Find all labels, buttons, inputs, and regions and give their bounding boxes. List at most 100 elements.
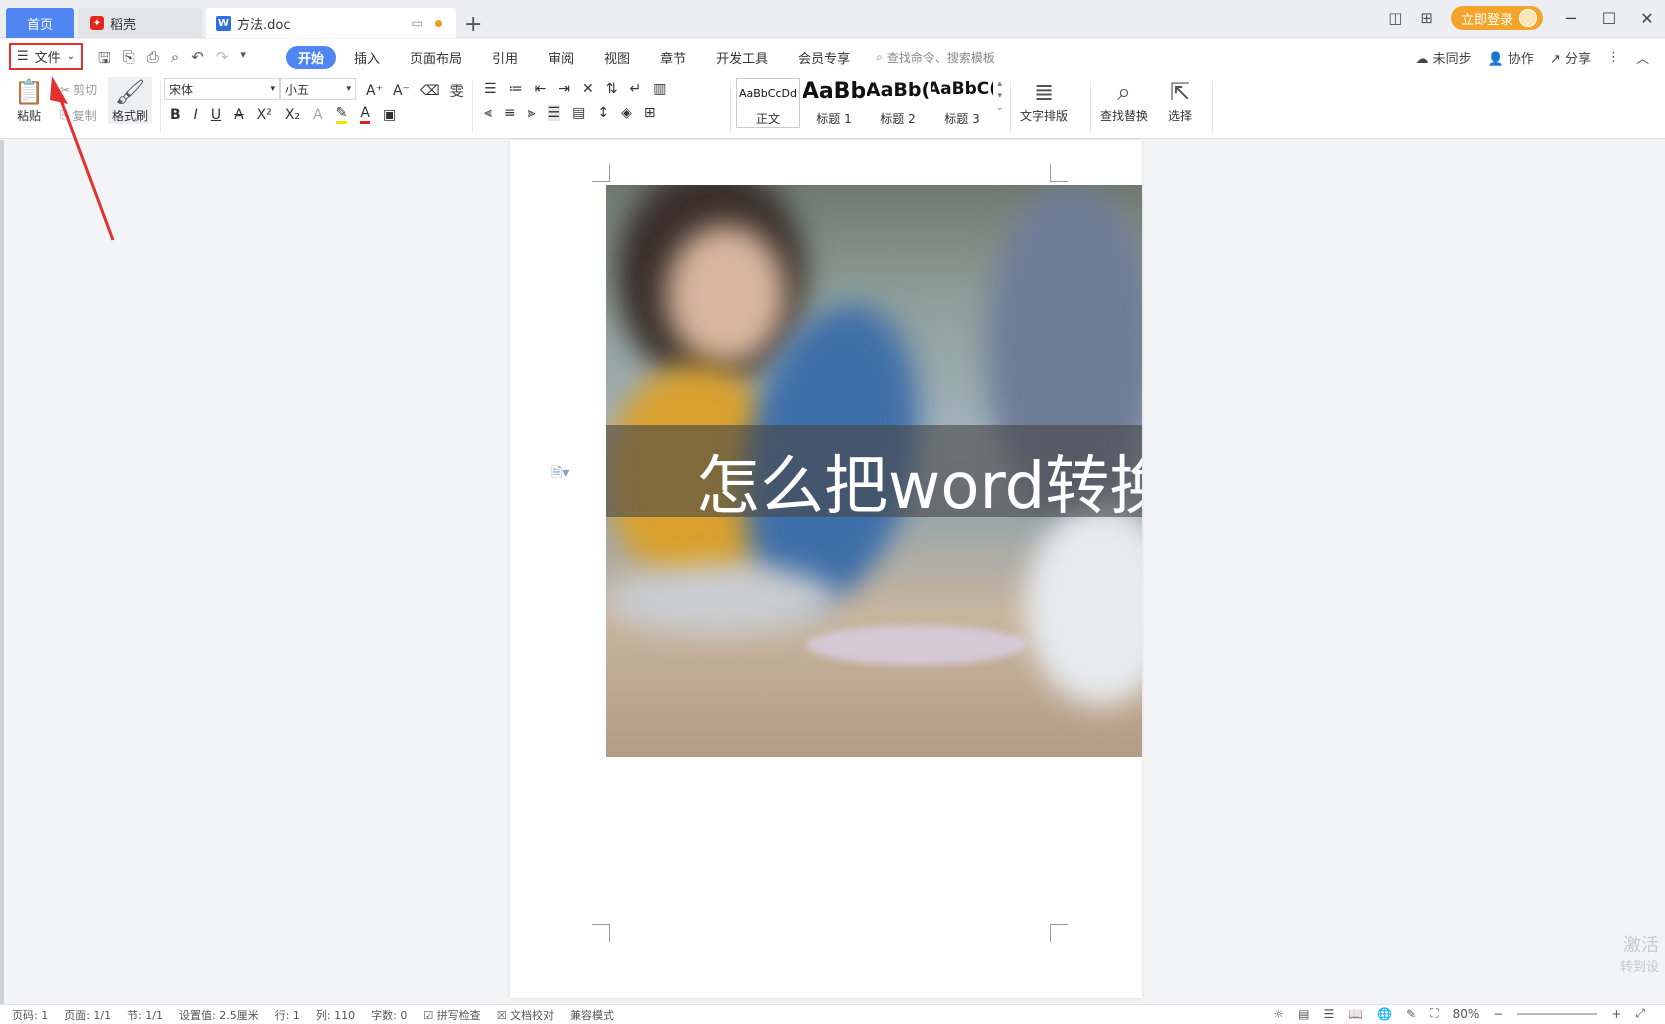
- menu-tab-insert[interactable]: 插入: [342, 46, 392, 69]
- reading-view-icon[interactable]: 📖: [1348, 1007, 1363, 1021]
- screen-icon[interactable]: ▭: [412, 16, 423, 30]
- borders-icon[interactable]: ⊞: [644, 105, 656, 121]
- font-color-icon[interactable]: A: [360, 105, 370, 124]
- bold-icon[interactable]: B: [170, 107, 181, 123]
- increase-font-icon[interactable]: A⁺: [366, 83, 383, 99]
- customize-icon[interactable]: ▾: [240, 48, 246, 73]
- chevron-down-icon[interactable]: ▾: [998, 91, 1003, 101]
- align-center-icon[interactable]: ≡: [504, 105, 516, 121]
- login-button[interactable]: 立即登录: [1450, 6, 1543, 30]
- menu-tab-developer[interactable]: 开发工具: [704, 46, 780, 69]
- redo-icon[interactable]: ↷: [216, 48, 229, 73]
- style-heading-2[interactable]: AaBb( 标题 2: [866, 78, 930, 128]
- expand-styles-icon[interactable]: ⌄: [996, 103, 1004, 113]
- export-pdf-icon[interactable]: ⎘: [123, 48, 135, 73]
- decrease-font-icon[interactable]: A⁻: [393, 83, 410, 99]
- superscript-icon[interactable]: X²: [257, 107, 272, 123]
- layout-icon[interactable]: ◫: [1388, 9, 1402, 27]
- undo-icon[interactable]: ↶: [191, 48, 204, 73]
- zoom-slider[interactable]: [1517, 1012, 1598, 1015]
- highlight-icon[interactable]: ✎: [335, 105, 348, 124]
- menu-tab-page-layout[interactable]: 页面布局: [398, 46, 474, 69]
- document-page[interactable]: 怎么把word转换: [510, 140, 1142, 998]
- tab-daoke[interactable]: ✦ 稻壳: [78, 8, 202, 38]
- shading-icon[interactable]: ◈: [621, 105, 632, 121]
- text-effect-icon[interactable]: A: [313, 107, 323, 123]
- save-icon[interactable]: 🖫: [98, 48, 111, 73]
- write-mode-icon[interactable]: ✎: [1406, 1007, 1416, 1021]
- phonetic-icon[interactable]: 雯: [450, 81, 464, 101]
- increase-indent-icon[interactable]: ⇥: [558, 81, 570, 97]
- page-options-icon[interactable]: 🗎▾: [551, 462, 569, 486]
- status-spell-check[interactable]: ☑ 拼写检查: [423, 1007, 480, 1023]
- style-normal[interactable]: AaBbCcDd 正文: [736, 78, 800, 128]
- close-button[interactable]: ✕: [1637, 9, 1657, 28]
- chevron-up-icon[interactable]: ▴: [998, 79, 1003, 89]
- cut-button[interactable]: ✂ 剪切: [60, 81, 97, 98]
- align-left-icon[interactable]: ⫷: [484, 105, 492, 121]
- new-tab-button[interactable]: +: [464, 9, 484, 39]
- subscript-icon[interactable]: X₂: [285, 107, 300, 123]
- collapse-ribbon-icon[interactable]: ︿: [1636, 48, 1649, 67]
- menu-tab-chapter[interactable]: 章节: [648, 46, 698, 69]
- status-compat-mode[interactable]: 兼容模式: [570, 1007, 614, 1023]
- page-view-icon[interactable]: ▤: [1298, 1007, 1309, 1021]
- status-row[interactable]: 行: 1: [275, 1007, 300, 1023]
- style-heading-1[interactable]: AaBb 标题 1: [802, 78, 866, 128]
- apps-grid-icon[interactable]: ⊞: [1420, 9, 1433, 27]
- command-search[interactable]: ⌕ 查找命令、搜索模板: [876, 49, 995, 66]
- menu-tab-review[interactable]: 审阅: [536, 46, 586, 69]
- menu-tab-member[interactable]: 会员专享: [786, 46, 862, 69]
- share-button[interactable]: ↗ 分享: [1550, 48, 1591, 67]
- menu-tab-view[interactable]: 视图: [592, 46, 642, 69]
- zoom-in-icon[interactable]: +: [1611, 1007, 1621, 1021]
- maximize-button[interactable]: ☐: [1599, 9, 1619, 28]
- zoom-out-icon[interactable]: −: [1493, 1007, 1503, 1021]
- cover-image[interactable]: 怎么把word转换: [606, 185, 1142, 757]
- fit-icon[interactable]: ⛶: [1430, 1006, 1438, 1021]
- decrease-indent-icon[interactable]: ⇤: [535, 81, 547, 97]
- find-replace-button[interactable]: ⌕ 查找替换: [1100, 77, 1148, 124]
- tab-home[interactable]: 首页: [6, 8, 74, 38]
- sync-status[interactable]: ☁ 未同步: [1415, 48, 1471, 67]
- status-setting[interactable]: 设置值: 2.5厘米: [179, 1007, 259, 1023]
- tab-document[interactable]: W 方法.doc ▭: [206, 8, 456, 38]
- text-layout-button[interactable]: ≣ 文字排版: [1020, 77, 1068, 124]
- minimize-button[interactable]: ─: [1561, 9, 1581, 28]
- menu-tab-start[interactable]: 开始: [286, 46, 337, 69]
- status-section[interactable]: 节: 1/1: [127, 1007, 163, 1023]
- justify-icon[interactable]: ☰: [547, 105, 561, 121]
- sort-icon[interactable]: ⇅: [606, 81, 618, 97]
- status-word-count[interactable]: 字数: 0: [371, 1007, 407, 1023]
- vertical-scrollbar[interactable]: [1655, 140, 1665, 1004]
- char-border-icon[interactable]: ▣: [383, 107, 396, 123]
- print-icon[interactable]: ⎙: [147, 48, 159, 73]
- chinese-layout-icon[interactable]: ✕: [582, 81, 594, 97]
- status-page-number[interactable]: 页码: 1: [12, 1007, 48, 1023]
- strikethrough-icon[interactable]: A: [234, 107, 244, 123]
- menu-tab-references[interactable]: 引用: [480, 46, 530, 69]
- status-column[interactable]: 列: 110: [316, 1007, 355, 1023]
- status-proofread[interactable]: ☒ 文档校对: [497, 1007, 554, 1023]
- clear-format-icon[interactable]: ⌫: [420, 83, 440, 99]
- web-view-icon[interactable]: 🌐: [1377, 1007, 1392, 1021]
- collaborate-button[interactable]: 👤 协作: [1488, 48, 1534, 67]
- numbered-list-icon[interactable]: ≔: [509, 81, 523, 97]
- status-pages[interactable]: 页面: 1/1: [64, 1007, 111, 1023]
- select-button[interactable]: ⇱ 选择: [1168, 77, 1192, 124]
- zoom-level[interactable]: 80%: [1453, 1007, 1480, 1021]
- outline-view-icon[interactable]: ☰: [1323, 1007, 1334, 1021]
- more-icon[interactable]: ⋮: [1607, 50, 1620, 65]
- font-size-select[interactable]: 小五 ▾: [280, 78, 356, 100]
- eye-protection-icon[interactable]: ☼: [1273, 1007, 1284, 1021]
- copy-button[interactable]: ⎘ 复制: [60, 107, 97, 124]
- bullet-list-icon[interactable]: ☰: [484, 81, 497, 97]
- print-preview-icon[interactable]: ⌕: [171, 48, 179, 73]
- line-spacing-icon[interactable]: ↕: [597, 105, 609, 121]
- distributed-icon[interactable]: ▤: [572, 105, 585, 121]
- align-right-icon[interactable]: ⫸: [528, 105, 536, 121]
- paste-button[interactable]: 📋 粘贴: [14, 77, 44, 124]
- file-menu-button[interactable]: ☰ 文件 ⌄: [9, 43, 83, 70]
- style-scroll[interactable]: ▴ ▾ ⌄: [996, 79, 1004, 113]
- show-marks-icon[interactable]: ↵: [630, 81, 642, 97]
